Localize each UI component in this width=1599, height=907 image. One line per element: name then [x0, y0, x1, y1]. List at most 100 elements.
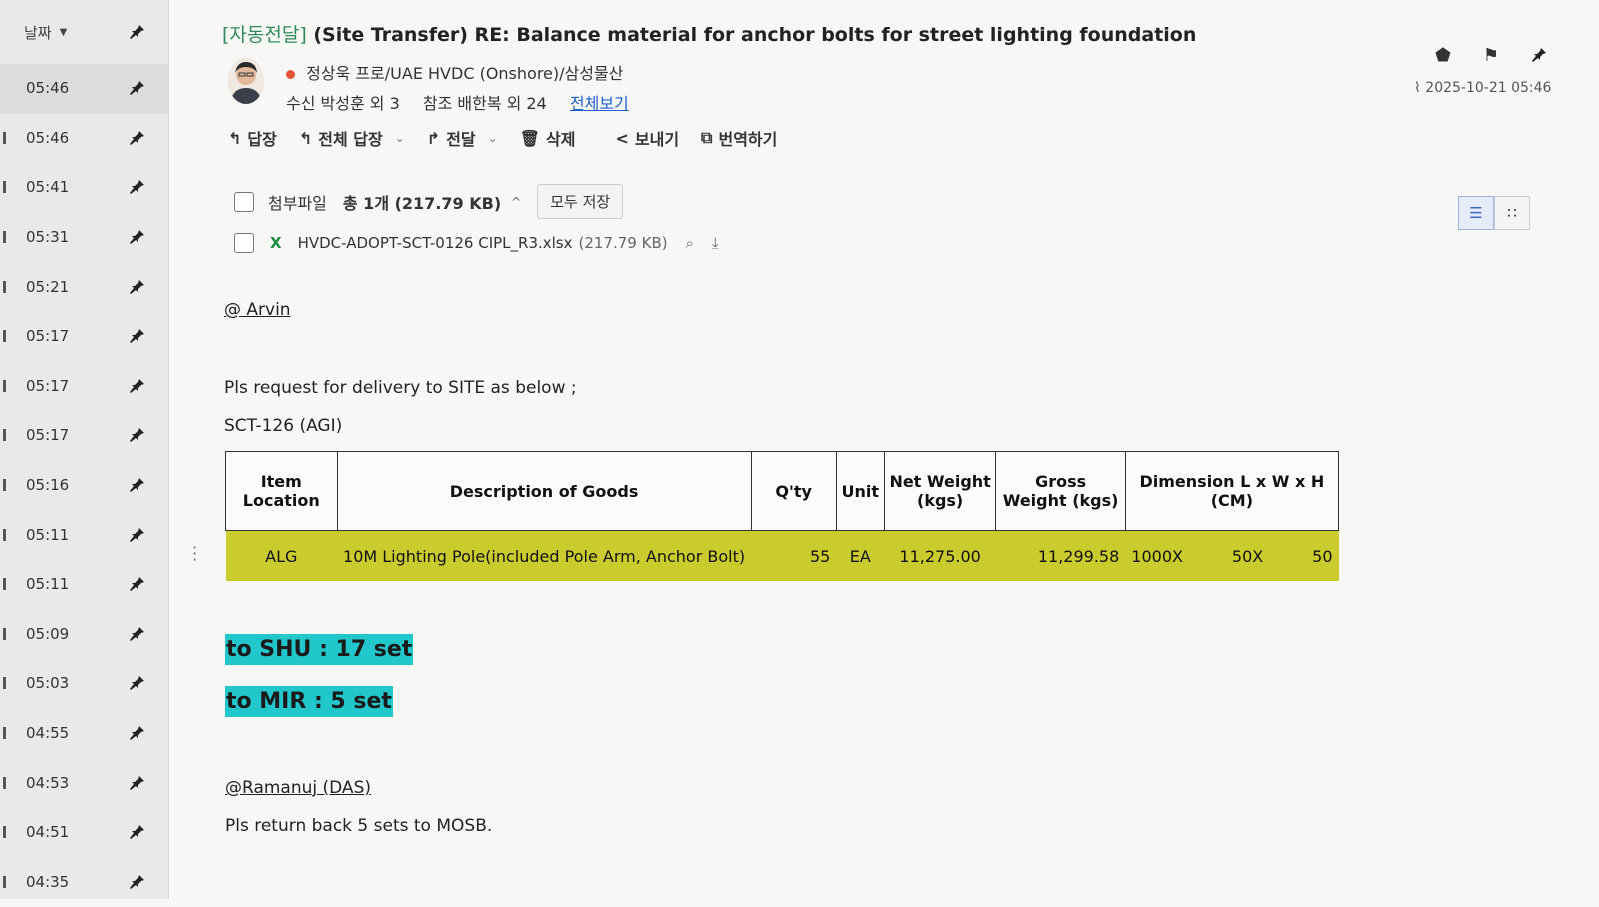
list-item[interactable]: 05:21 — [0, 262, 168, 312]
attachment-file-name[interactable]: HVDC-ADOPT-SCT-0126 CIPL_R3.xlsx — [298, 234, 573, 252]
cell-unit: EA — [836, 531, 884, 582]
unread-marker — [3, 677, 6, 689]
avatar[interactable] — [228, 58, 264, 104]
save-all-button[interactable]: 모두 저장 — [537, 184, 623, 219]
reply-button[interactable]: ↰답장 — [228, 126, 277, 150]
attachment-clip-icon: ⌇ — [1414, 80, 1421, 96]
list-item-time: 05:11 — [26, 575, 69, 593]
mail-list: 날짜 ▼ 05:4605:4605:4105:3105:2105:1705:17… — [0, 0, 169, 899]
list-item[interactable]: 05:11 — [0, 560, 168, 610]
attachments-label: 첨부파일 — [268, 190, 327, 214]
list-item[interactable]: 05:31 — [0, 213, 168, 263]
list-item[interactable]: 05:46 — [0, 64, 168, 114]
unread-marker — [3, 181, 6, 193]
chevron-up-icon[interactable]: ^ — [511, 195, 521, 209]
mention-arvin[interactable]: @ Arvin — [224, 300, 291, 320]
sender[interactable]: 정상욱 프로/UAE HVDC (Onshore)/삼성물산 — [286, 60, 623, 84]
pin-icon[interactable] — [128, 327, 146, 345]
dim-height: 50 — [1312, 547, 1332, 566]
col-net-weight: Net Weight (kgs) — [884, 452, 996, 531]
pin-icon[interactable] — [128, 823, 146, 841]
pin-icon[interactable] — [128, 228, 146, 246]
forward-button[interactable]: ↱전달⌄ — [427, 126, 498, 150]
cell-description: 10M Lighting Pole(included Pole Arm, Anc… — [337, 531, 751, 582]
unread-marker — [3, 429, 6, 441]
send-button[interactable]: <보내기 — [615, 126, 679, 150]
pin-icon[interactable] — [128, 129, 146, 147]
list-view-icon[interactable]: ☰ — [1458, 196, 1494, 230]
to-recipients[interactable]: 수신 박성훈 외 3 — [286, 94, 400, 113]
mail-subject: [자동전달] (Site Transfer) RE: Balance mater… — [222, 20, 1196, 47]
attachments-select-all-checkbox[interactable] — [234, 192, 254, 212]
pin-icon[interactable] — [128, 79, 146, 97]
reply-label: 답장 — [247, 126, 276, 150]
sort-label: 날짜 — [24, 22, 52, 43]
pin-icon[interactable] — [128, 774, 146, 792]
mail-date: ⌇ 2025-10-21 05:46 — [1414, 80, 1551, 96]
col-item-location: Item Location — [226, 452, 338, 531]
col-qty: Q'ty — [751, 452, 836, 531]
list-item[interactable]: 05:41 — [0, 163, 168, 213]
pin-icon[interactable] — [128, 476, 146, 494]
subject-text: (Site Transfer) RE: Balance material for… — [313, 24, 1196, 46]
list-item[interactable]: 04:53 — [0, 758, 168, 808]
list-item[interactable]: 05:46 — [0, 114, 168, 164]
translate-button[interactable]: ⧉ 번역하기 — [701, 126, 777, 150]
pin-icon[interactable] — [1528, 44, 1550, 66]
send-label: 보내기 — [635, 126, 679, 150]
delete-button[interactable]: 🗑삭제 — [520, 126, 576, 150]
highlight-mir: to MIR : 5 set — [225, 686, 393, 717]
list-item-time: 04:55 — [26, 724, 69, 742]
attachment-checkbox[interactable] — [234, 233, 254, 253]
pin-icon[interactable] — [128, 526, 146, 544]
mention-ramanuj[interactable]: @Ramanuj (DAS) — [225, 778, 371, 798]
pin-icon[interactable] — [128, 426, 146, 444]
pin-icon[interactable] — [128, 23, 146, 41]
list-item[interactable]: 04:35 — [0, 858, 168, 907]
highlight-shu: to SHU : 17 set — [225, 634, 413, 665]
cc-recipients[interactable]: 참조 배한복 외 24 — [423, 94, 547, 113]
flag-icon[interactable]: ⚑ — [1480, 44, 1502, 66]
list-item[interactable]: 04:55 — [0, 709, 168, 759]
pin-icon[interactable] — [128, 724, 146, 742]
cell-dimension: 1000X 50X 50 — [1125, 531, 1338, 582]
list-item[interactable]: 05:17 — [0, 312, 168, 362]
view-all-link[interactable]: 전체보기 — [570, 94, 629, 113]
list-item-time: 05:17 — [26, 377, 69, 395]
chevron-down-icon[interactable]: ⌄ — [395, 131, 405, 145]
attachment-file[interactable]: X HVDC-ADOPT-SCT-0126 CIPL_R3.xlsx (217.… — [234, 233, 719, 253]
col-gross-weight: Gross Weight (kgs) — [996, 452, 1125, 531]
grid-view-icon[interactable]: ∷ — [1494, 196, 1530, 230]
list-item[interactable]: 05:16 — [0, 461, 168, 511]
sort-by-date[interactable]: 날짜 ▼ — [0, 0, 168, 64]
list-item[interactable]: 05:17 — [0, 411, 168, 461]
pin-icon[interactable] — [128, 575, 146, 593]
pin-icon[interactable] — [128, 873, 146, 891]
list-item[interactable]: 05:11 — [0, 510, 168, 560]
table-row: ALG 10M Lighting Pole(included Pole Arm,… — [226, 531, 1339, 582]
chevron-down-icon[interactable]: ⌄ — [488, 131, 498, 145]
list-item[interactable]: 05:17 — [0, 362, 168, 412]
reply-all-button[interactable]: ↰전체 답장⌄ — [299, 126, 405, 150]
list-item[interactable]: 05:09 — [0, 610, 168, 660]
preview-icon[interactable]: ⌕ — [686, 234, 694, 252]
reply-all-label: 전체 답장 — [318, 126, 382, 150]
pin-icon[interactable] — [128, 178, 146, 196]
body-line-request: Pls request for delivery to SITE as belo… — [224, 378, 577, 398]
translate-label: 번역하기 — [718, 126, 777, 150]
attachment-file-size: (217.79 KB) — [579, 234, 668, 252]
unread-marker — [3, 578, 6, 590]
header-actions: ⬟ ⚑ — [1432, 44, 1550, 66]
pin-icon[interactable] — [128, 377, 146, 395]
list-item[interactable]: 04:51 — [0, 808, 168, 858]
tag-icon[interactable]: ⬟ — [1432, 44, 1454, 66]
pin-icon[interactable] — [128, 278, 146, 296]
unread-marker — [3, 132, 6, 144]
pin-icon[interactable] — [128, 625, 146, 643]
list-item[interactable]: 05:03 — [0, 659, 168, 709]
translate-icon: ⧉ — [701, 128, 712, 148]
col-unit: Unit — [836, 452, 884, 531]
pane-splitter[interactable]: ··· — [192, 545, 197, 563]
download-icon[interactable]: ⤓ — [712, 234, 719, 252]
pin-icon[interactable] — [128, 674, 146, 692]
